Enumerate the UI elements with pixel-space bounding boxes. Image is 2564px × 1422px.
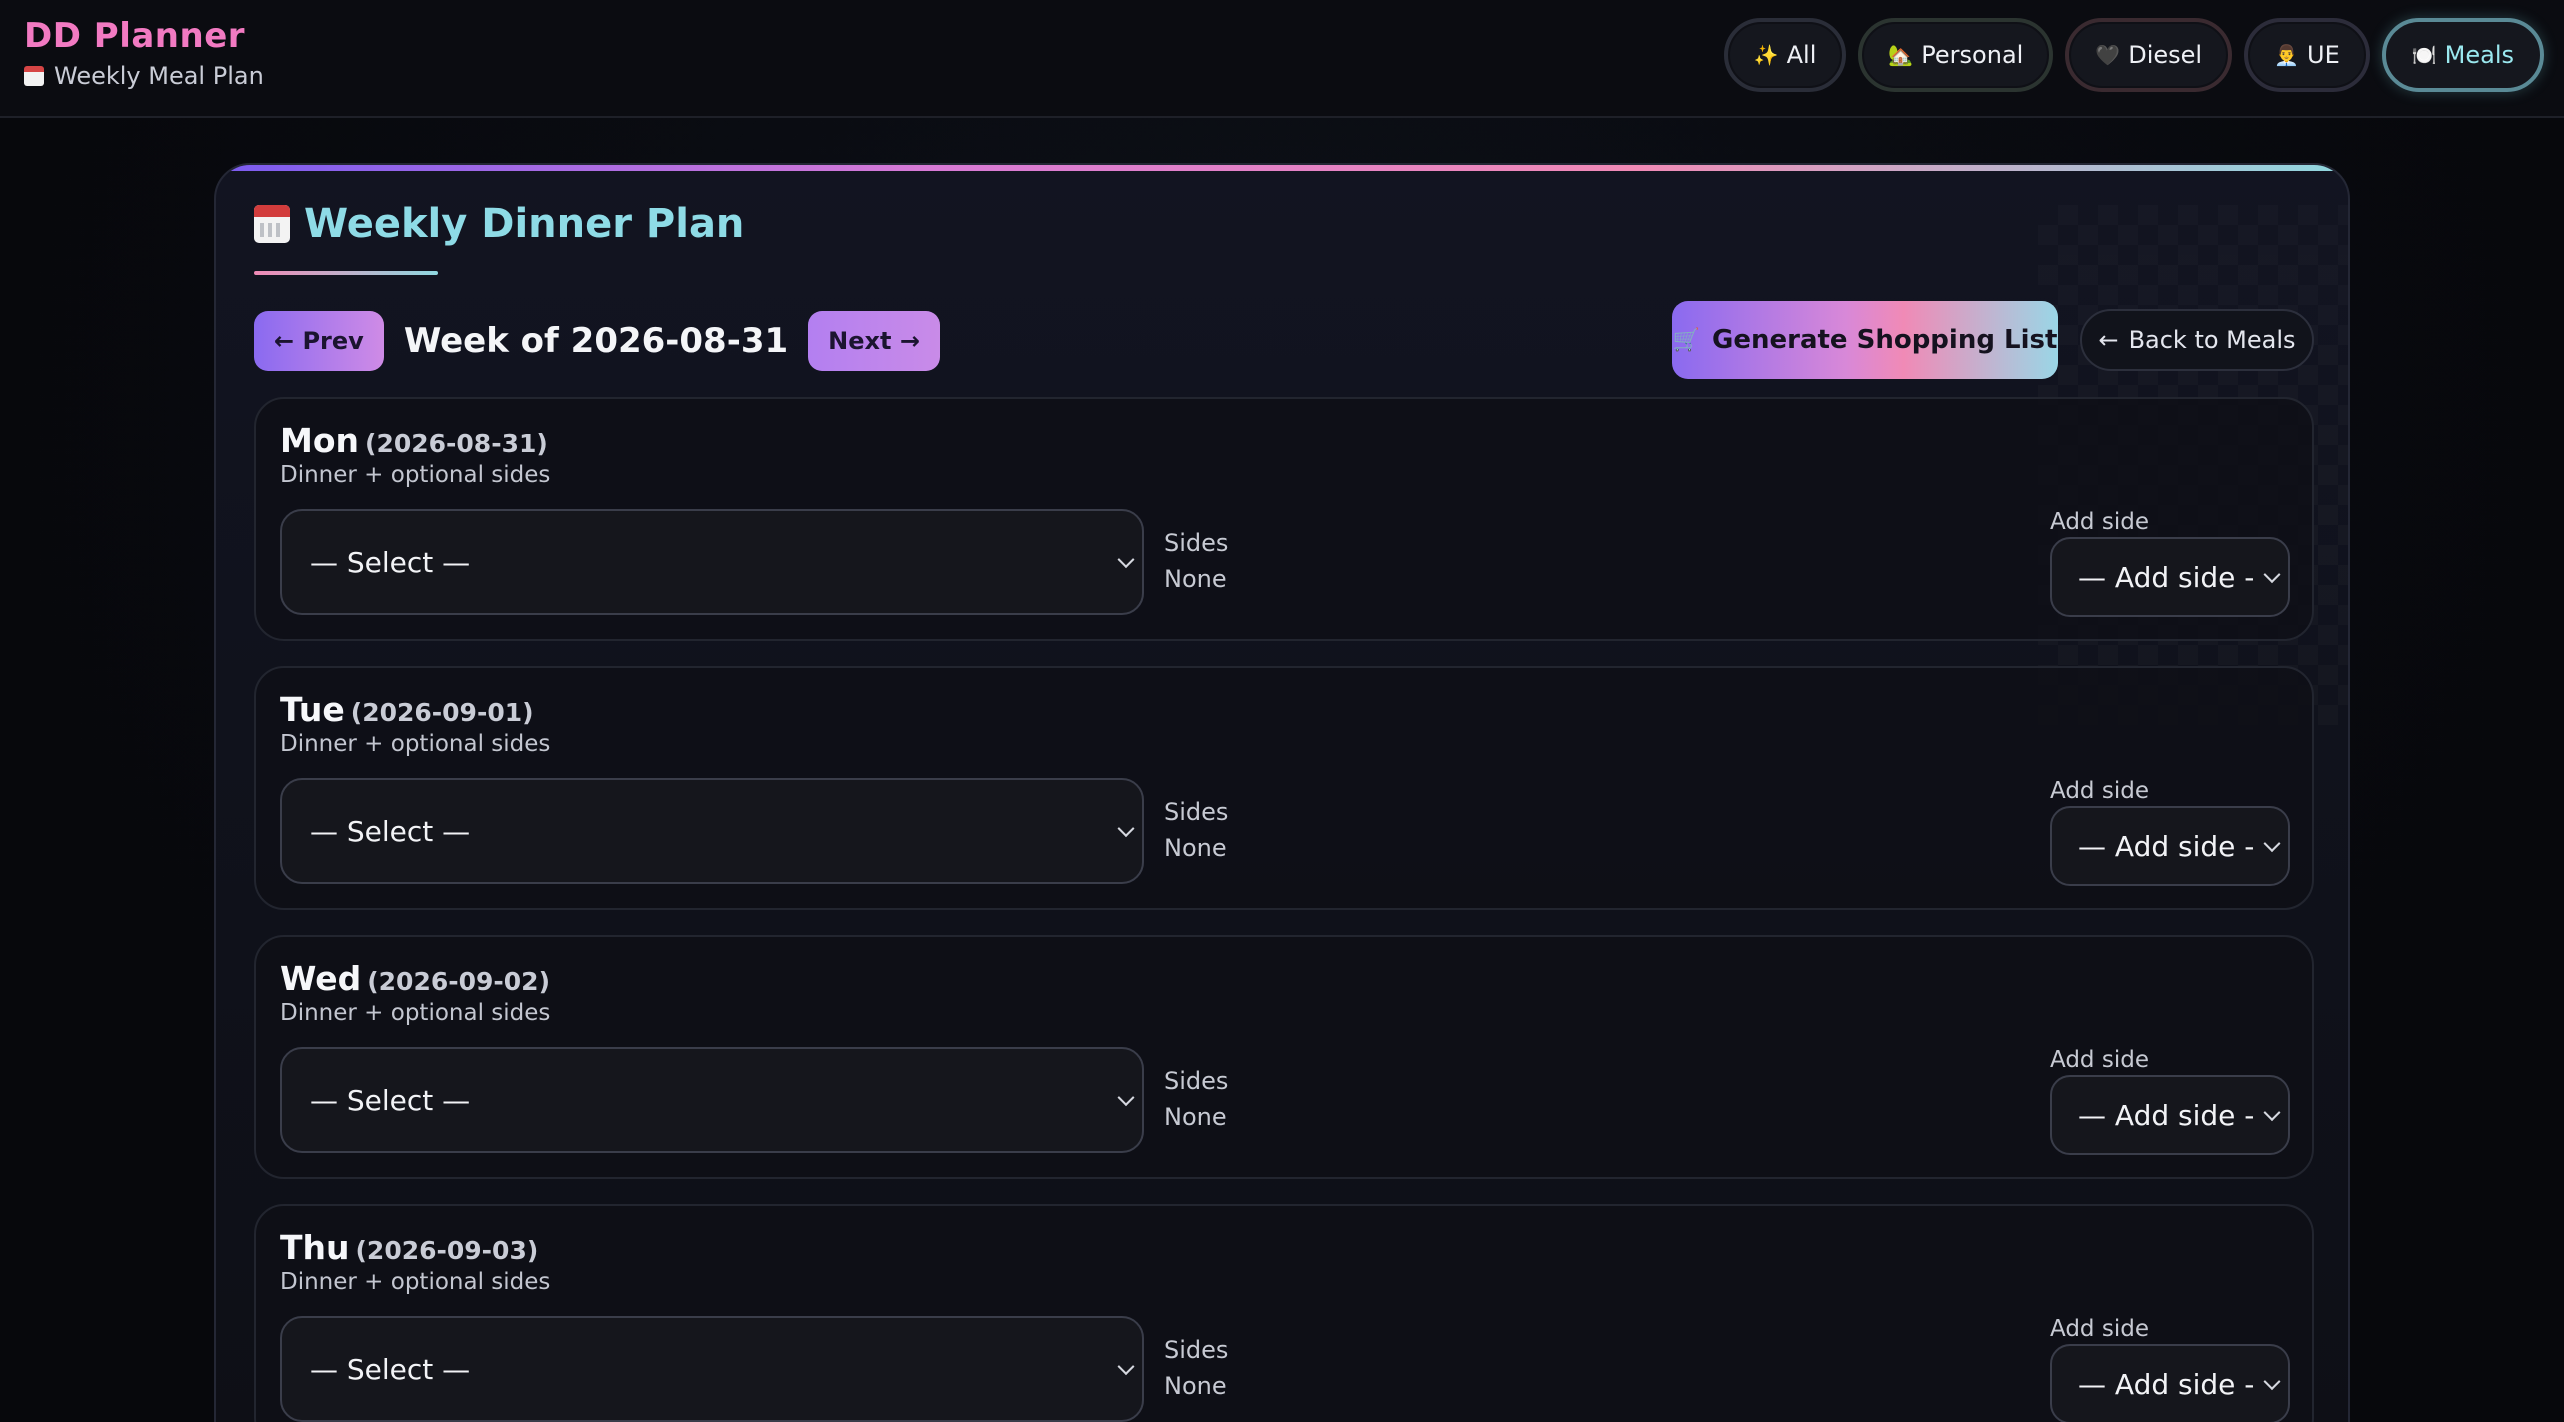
add-side-select-value: — Add side -	[2078, 1098, 2255, 1132]
add-side-select[interactable]: — Add side -	[2050, 1075, 2290, 1155]
day-card-tue: Tue (2026-09-01) Dinner + optional sides …	[254, 666, 2314, 910]
add-side-select[interactable]: — Add side -	[2050, 1344, 2290, 1422]
generate-shopping-list-label: Generate Shopping List	[1712, 325, 2058, 355]
prev-week-button[interactable]: ← Prev	[254, 311, 384, 371]
week-label: Week of 2026-08-31	[403, 321, 789, 361]
calendar-icon	[24, 66, 44, 86]
sides-info: Sides None	[1164, 525, 1228, 597]
back-to-meals-label: Back to Meals	[2128, 326, 2296, 354]
sides-label: Sides	[1164, 1336, 1229, 1364]
office-worker-icon: 👨‍💼	[2274, 43, 2299, 67]
day-subtitle: Dinner + optional sides	[280, 1000, 551, 1026]
nav-personal-label: Personal	[1921, 41, 2024, 69]
sides-value: None	[1164, 1103, 1227, 1131]
dinner-select[interactable]: — Select —	[280, 509, 1144, 615]
day-subtitle: Dinner + optional sides	[280, 462, 551, 488]
chevron-down-icon	[2263, 835, 2281, 853]
nav-ue-label: UE	[2307, 41, 2340, 69]
day-header: Mon (2026-08-31) Dinner + optional sides	[280, 421, 550, 488]
shopping-cart-icon: 🛒	[1672, 327, 1700, 353]
sides-value: None	[1164, 834, 1227, 862]
sides-value: None	[1164, 1372, 1227, 1400]
day-card-wed: Wed (2026-09-02) Dinner + optional sides …	[254, 935, 2314, 1179]
chevron-down-icon	[1117, 551, 1135, 569]
add-side-label: Add side	[2050, 1047, 2149, 1073]
chevron-down-icon	[1117, 820, 1135, 838]
house-icon: 🏡	[1888, 43, 1914, 67]
sides-label: Sides	[1164, 529, 1229, 557]
day-header: Thu (2026-09-03) Dinner + optional sides	[280, 1228, 550, 1295]
sides-info: Sides None	[1164, 1332, 1228, 1404]
back-to-meals-button[interactable]: ← Back to Meals	[2080, 309, 2314, 371]
dinner-select-value: — Select —	[310, 545, 471, 579]
nav-meals-label: Meals	[2444, 41, 2514, 69]
add-side-select[interactable]: — Add side -	[2050, 806, 2290, 886]
day-date: (2026-09-03)	[355, 1236, 539, 1265]
generate-shopping-list-button[interactable]: 🛒 Generate Shopping List	[1672, 301, 2058, 379]
add-side-label: Add side	[2050, 778, 2149, 804]
day-name: Wed	[280, 959, 362, 998]
nav-meals-button[interactable]: 🍽️ Meals	[2381, 18, 2544, 92]
sides-info: Sides None	[1164, 794, 1228, 866]
chevron-down-icon	[1117, 1089, 1135, 1107]
add-side-label: Add side	[2050, 1316, 2149, 1342]
chevron-down-icon	[2263, 566, 2281, 584]
dinner-select-value: — Select —	[310, 814, 471, 848]
nav-personal-button[interactable]: 🏡 Personal	[1858, 18, 2054, 92]
calendar-icon	[254, 205, 290, 243]
app-title[interactable]: DD Planner	[24, 16, 264, 56]
app-subtitle-text: Weekly Meal Plan	[54, 62, 264, 90]
chevron-down-icon	[2263, 1373, 2281, 1391]
black-heart-icon: 🖤	[2095, 43, 2121, 67]
day-date: (2026-08-31)	[365, 429, 548, 458]
arrow-left-icon: ←	[2098, 326, 2119, 354]
day-date: (2026-09-02)	[367, 967, 550, 996]
sides-label: Sides	[1164, 1067, 1229, 1095]
nav-all-label: All	[1786, 41, 1817, 69]
chevron-down-icon	[2263, 1104, 2281, 1122]
add-side-label: Add side	[2050, 509, 2149, 535]
nav-ue-button[interactable]: 👨‍💼 UE	[2244, 18, 2370, 92]
sides-value: None	[1164, 565, 1227, 593]
week-navigation: ← Prev Week of 2026-08-31 Next →	[254, 311, 940, 371]
top-nav: ✨ All 🏡 Personal 🖤 Diesel 👨‍💼 UE 🍽️ Meal…	[1723, 18, 2544, 92]
day-name: Tue	[280, 690, 345, 729]
next-week-button[interactable]: Next →	[808, 311, 940, 371]
dinner-select-value: — Select —	[310, 1352, 471, 1386]
day-subtitle: Dinner + optional sides	[280, 731, 551, 757]
day-card-mon: Mon (2026-08-31) Dinner + optional sides …	[254, 397, 2314, 641]
day-date: (2026-09-01)	[350, 698, 534, 727]
day-name: Thu	[280, 1228, 350, 1267]
nav-all-button[interactable]: ✨ All	[1723, 18, 1847, 92]
weekly-plan-panel: Weekly Dinner Plan ← Prev Week of 2026-0…	[214, 163, 2350, 1422]
page-title: Weekly Dinner Plan	[254, 201, 744, 247]
title-underline	[254, 271, 438, 275]
plate-icon: 🍽️	[2411, 43, 2437, 67]
day-header: Tue (2026-09-01) Dinner + optional sides	[280, 690, 550, 757]
dinner-select[interactable]: — Select —	[280, 778, 1144, 884]
page-title-text: Weekly Dinner Plan	[304, 201, 745, 247]
add-side-select-value: — Add side -	[2078, 560, 2255, 594]
day-name: Mon	[280, 421, 360, 460]
add-side-select-value: — Add side -	[2078, 829, 2255, 863]
day-header: Wed (2026-09-02) Dinner + optional sides	[280, 959, 550, 1026]
sides-label: Sides	[1164, 798, 1229, 826]
add-side-select[interactable]: — Add side -	[2050, 537, 2290, 617]
add-side-select-value: — Add side -	[2078, 1367, 2255, 1401]
app-subtitle: Weekly Meal Plan	[24, 62, 264, 90]
nav-diesel-label: Diesel	[2128, 41, 2203, 69]
nav-diesel-button[interactable]: 🖤 Diesel	[2065, 18, 2233, 92]
sides-info: Sides None	[1164, 1063, 1228, 1135]
chevron-down-icon	[1117, 1358, 1135, 1376]
dinner-select-value: — Select —	[310, 1083, 471, 1117]
dinner-select[interactable]: — Select —	[280, 1316, 1144, 1422]
day-card-thu: Thu (2026-09-03) Dinner + optional sides …	[254, 1204, 2314, 1422]
day-subtitle: Dinner + optional sides	[280, 1269, 551, 1295]
brand: DD Planner Weekly Meal Plan	[24, 16, 264, 90]
sparkles-icon: ✨	[1753, 43, 1779, 67]
top-bar: DD Planner Weekly Meal Plan ✨ All 🏡 Pers…	[0, 0, 2564, 118]
dinner-select[interactable]: — Select —	[280, 1047, 1144, 1153]
